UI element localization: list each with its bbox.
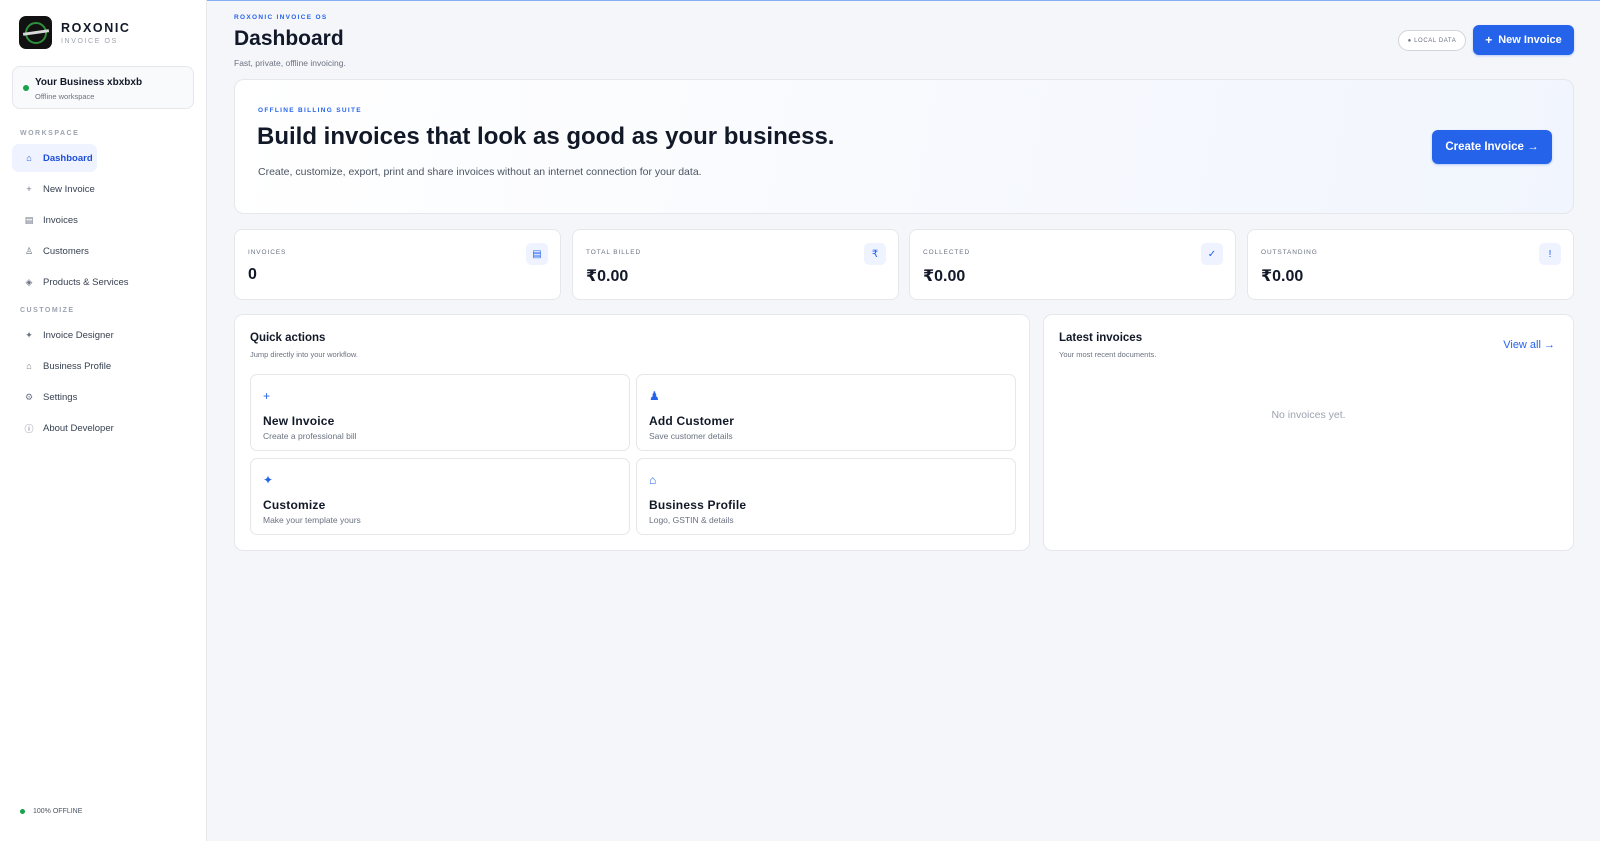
sidebar-item-settings[interactable]: ⚙ Settings xyxy=(12,383,197,411)
new-invoice-button-label: New Invoice xyxy=(1498,34,1562,46)
plus-icon: + xyxy=(1485,33,1493,47)
quick-action-new-invoice[interactable]: + New Invoice Create a professional bill xyxy=(250,374,630,451)
stat-value: ₹0.00 xyxy=(923,268,966,285)
workspace-card[interactable]: Your Business xbxbxb Offline workspace xyxy=(12,66,194,109)
stat-label: OUTSTANDING xyxy=(1261,249,1318,256)
alert-icon: ! xyxy=(1539,243,1561,265)
section-label-customize: CUSTOMIZE xyxy=(20,307,75,314)
sidebar-item-label: Customers xyxy=(43,245,89,257)
sparkle-icon: ✦ xyxy=(25,329,33,340)
sparkle-icon: ✦ xyxy=(263,473,274,487)
quick-actions-title: Quick actions xyxy=(250,332,326,344)
quick-action-add-customer[interactable]: ♟ Add Customer Save customer details xyxy=(636,374,1016,451)
hero-title: Build invoices that look as good as your… xyxy=(257,123,835,150)
person-icon: ♙ xyxy=(24,245,34,256)
top-accent-line xyxy=(0,0,1600,1)
stat-label: COLLECTED xyxy=(923,249,971,256)
quick-action-subtitle: Logo, GSTIN & details xyxy=(649,515,734,525)
stat-value: 0 xyxy=(248,266,257,283)
quick-action-customize[interactable]: ✦ Customize Make your template yours xyxy=(250,458,630,535)
sidebar-item-label: Dashboard xyxy=(43,152,93,164)
page-subtitle: Fast, private, offline invoicing. xyxy=(234,58,346,68)
workspace-status-dot xyxy=(23,85,29,91)
home-icon: ⌂ xyxy=(26,153,32,163)
stat-card-outstanding: OUTSTANDING ₹0.00 ! xyxy=(1247,229,1574,300)
create-invoice-button[interactable]: Create Invoice → xyxy=(1432,130,1552,164)
document-icon: ▤ xyxy=(526,243,548,265)
plus-icon: + xyxy=(26,184,32,194)
quick-action-subtitle: Save customer details xyxy=(649,431,733,441)
sidebar-item-customers[interactable]: ♙ Customers xyxy=(12,237,197,265)
home-icon: ⌂ xyxy=(26,361,32,371)
quick-action-title: Customize xyxy=(263,498,326,512)
stat-label: TOTAL BILLED xyxy=(586,249,642,256)
sidebar-item-label: Invoices xyxy=(43,214,78,226)
workspace-name: Your Business xbxbxb xyxy=(35,77,143,88)
quick-action-title: Business Profile xyxy=(649,498,747,512)
latest-invoices-subtitle: Your most recent documents. xyxy=(1059,350,1157,359)
info-icon: ⓘ xyxy=(24,423,34,434)
hero-banner: OFFLINE BILLING SUITE Build invoices tha… xyxy=(234,79,1574,214)
sidebar-item-label: Settings xyxy=(43,391,78,403)
quick-actions-subtitle: Jump directly into your workflow. xyxy=(250,350,358,359)
person-icon: ♟ xyxy=(649,389,660,403)
sidebar-item-business-profile[interactable]: ⌂ Business Profile xyxy=(12,352,197,380)
sidebar-item-label: Invoice Designer xyxy=(43,329,114,341)
sidebar-item-dashboard[interactable]: ⌂ Dashboard xyxy=(12,144,97,172)
quick-action-business-profile[interactable]: ⌂ Business Profile Logo, GSTIN & details xyxy=(636,458,1016,535)
page-title: Dashboard xyxy=(234,27,344,50)
local-data-badge: ● LOCAL DATA xyxy=(1398,30,1466,51)
sidebar-item-new-invoice[interactable]: + New Invoice xyxy=(12,175,197,203)
offline-status-dot xyxy=(20,809,25,814)
home-icon: ⌂ xyxy=(649,473,657,487)
section-label-workspace: WORKSPACE xyxy=(20,130,80,137)
app-logo xyxy=(19,16,52,49)
quick-action-title: Add Customer xyxy=(649,414,735,428)
workspace-subtitle: Offline workspace xyxy=(35,92,95,101)
quick-action-subtitle: Make your template yours xyxy=(263,515,361,525)
check-icon: ✓ xyxy=(1201,243,1223,265)
stat-card-collected: COLLECTED ₹0.00 ✓ xyxy=(909,229,1236,300)
latest-invoices-panel: Latest invoices Your most recent documen… xyxy=(1043,314,1574,551)
gear-icon: ⚙ xyxy=(24,391,34,402)
stat-card-invoices: INVOICES 0 ▤ xyxy=(234,229,561,300)
stat-value: ₹0.00 xyxy=(586,268,629,285)
new-invoice-button[interactable]: + New Invoice xyxy=(1473,25,1574,55)
sidebar-item-invoices[interactable]: ▤ Invoices xyxy=(12,206,197,234)
brand-subtitle: INVOICE OS xyxy=(61,37,118,45)
rupee-icon: ₹ xyxy=(864,243,886,265)
sidebar-item-about-developer[interactable]: ⓘ About Developer xyxy=(12,414,197,442)
quick-action-title: New Invoice xyxy=(263,414,335,428)
brand-name: ROXONIC xyxy=(61,20,131,35)
sidebar-item-products-services[interactable]: ◈ Products & Services xyxy=(12,268,197,296)
hero-kicker: OFFLINE BILLING SUITE xyxy=(258,107,362,114)
stat-value: ₹0.00 xyxy=(1261,268,1304,285)
diamond-icon: ◈ xyxy=(25,276,33,287)
view-all-link[interactable]: View all → xyxy=(1503,339,1555,351)
page-kicker: ROXONIC INVOICE OS xyxy=(234,14,328,21)
hero-subtitle: Create, customize, export, print and sha… xyxy=(258,166,702,178)
sidebar: ROXONIC INVOICE OS Your Business xbxbxb … xyxy=(0,0,207,841)
quick-actions-panel: Quick actions Jump directly into your wo… xyxy=(234,314,1030,551)
stat-label: INVOICES xyxy=(248,249,287,256)
quick-action-subtitle: Create a professional bill xyxy=(263,431,357,441)
stat-card-total-billed: TOTAL BILLED ₹0.00 ₹ xyxy=(572,229,899,300)
list-icon: ▤ xyxy=(24,214,34,225)
brand[interactable]: ROXONIC INVOICE OS xyxy=(19,16,131,49)
empty-state-message: No invoices yet. xyxy=(1271,409,1346,421)
offline-status: 100% OFFLINE xyxy=(20,808,82,815)
sidebar-item-label: Business Profile xyxy=(43,360,112,372)
plus-icon: + xyxy=(263,389,271,403)
sidebar-item-label: Products & Services xyxy=(43,276,129,288)
offline-status-label: 100% OFFLINE xyxy=(33,808,83,815)
sidebar-item-label: About Developer xyxy=(43,422,114,434)
sidebar-item-invoice-designer[interactable]: ✦ Invoice Designer xyxy=(12,321,197,349)
latest-invoices-title: Latest invoices xyxy=(1059,332,1143,344)
sidebar-item-label: New Invoice xyxy=(43,183,95,195)
